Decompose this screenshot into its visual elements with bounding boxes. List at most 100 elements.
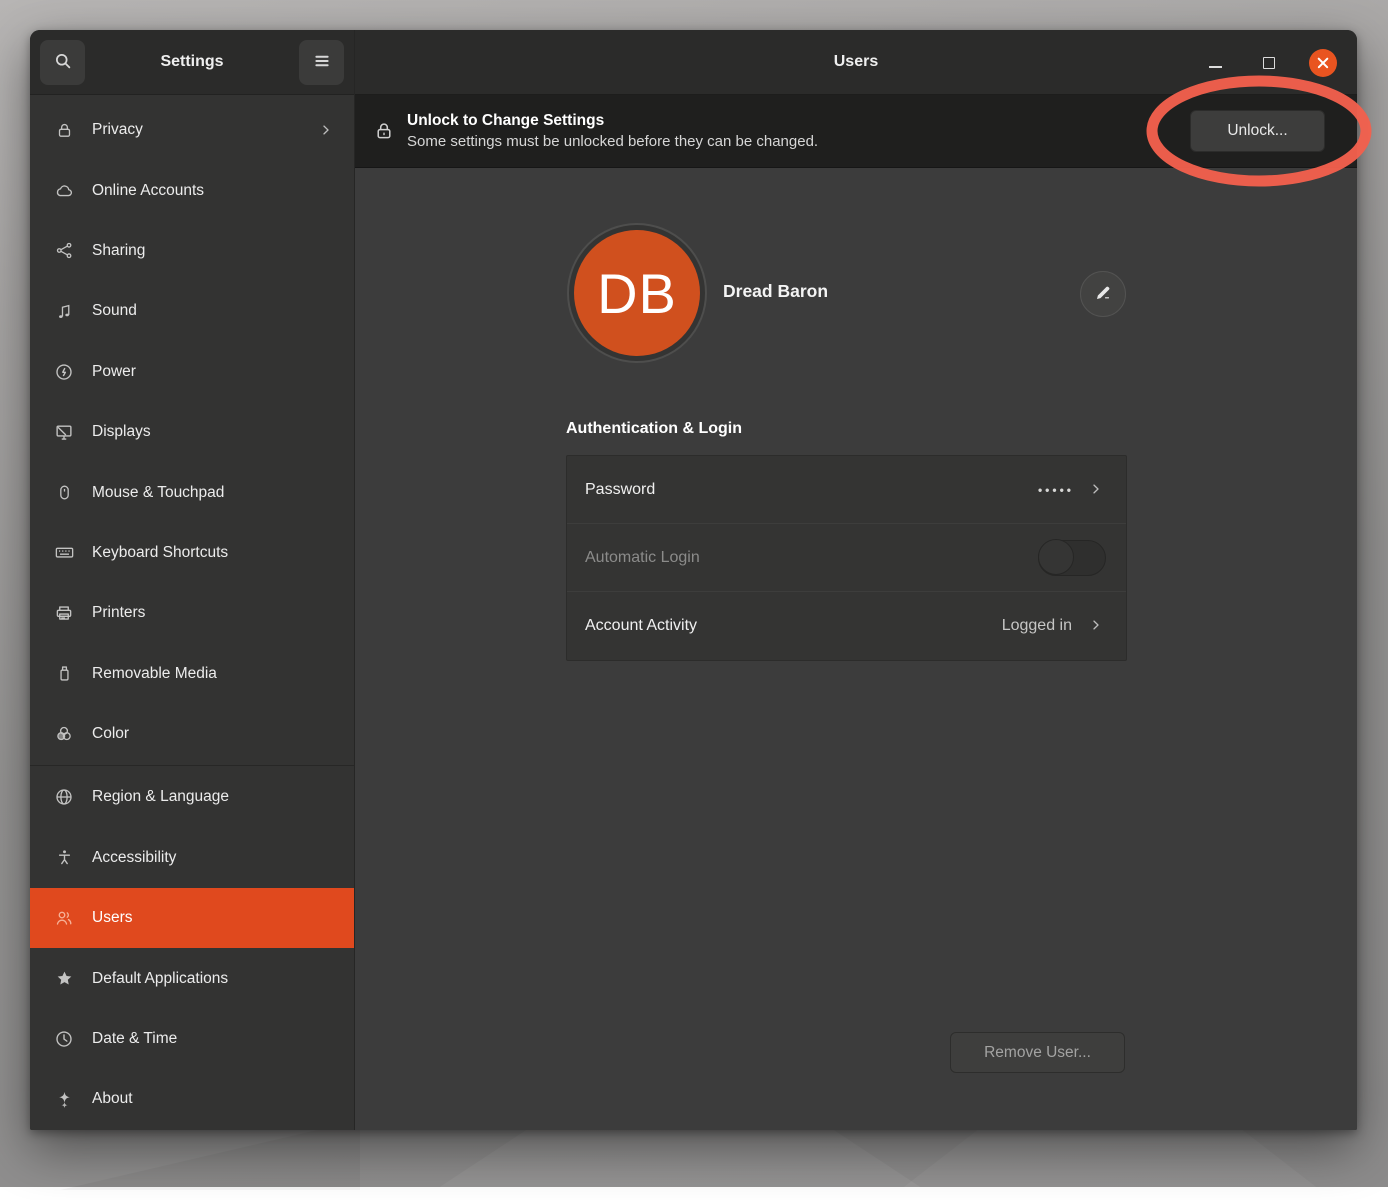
hamburger-icon <box>312 51 332 74</box>
menu-button[interactable] <box>299 40 344 85</box>
share-icon <box>52 239 76 263</box>
color-icon <box>52 722 76 746</box>
sidebar-item-sound[interactable]: Sound <box>30 281 354 341</box>
users-icon <box>52 906 76 930</box>
sidebar-item-label: Removable Media <box>92 665 334 683</box>
power-icon <box>52 360 76 384</box>
sidebar-item-users[interactable]: Users <box>30 888 354 948</box>
keyboard-icon <box>52 541 76 565</box>
user-avatar[interactable]: DB <box>567 223 707 363</box>
toggle-knob <box>1038 539 1074 575</box>
user-full-name: Dread Baron <box>723 281 828 302</box>
unlock-banner-subtitle: Some settings must be unlocked before th… <box>407 133 1178 150</box>
sidebar-item-keyboard-shortcuts[interactable]: Keyboard Shortcuts <box>30 523 354 583</box>
printer-icon <box>52 601 76 625</box>
unlock-banner-title: Unlock to Change Settings <box>407 112 1178 130</box>
close-button[interactable] <box>1309 49 1337 77</box>
sidebar-item-label: Mouse & Touchpad <box>92 484 334 502</box>
sidebar-title: Settings <box>160 53 223 71</box>
sidebar-item-mouse-touchpad[interactable]: Mouse & Touchpad <box>30 462 354 522</box>
sidebar-item-sharing[interactable]: Sharing <box>30 221 354 281</box>
globe-icon <box>52 785 76 809</box>
row-label: Automatic Login <box>585 549 1038 567</box>
sidebar-item-privacy[interactable]: Privacy <box>30 100 354 160</box>
sidebar-item-label: Default Applications <box>92 970 334 988</box>
desktop-background: Settings Privacy Online Accounts Sharing So… <box>0 0 1388 1187</box>
window-controls <box>1201 30 1337 95</box>
minimize-icon <box>1209 66 1222 68</box>
remove-user-button[interactable]: Remove User... <box>950 1032 1125 1073</box>
settings-window: Settings Privacy Online Accounts Sharing So… <box>30 30 1357 1130</box>
minimize-button[interactable] <box>1201 49 1229 77</box>
users-content: DB Dread Baron Authentication & Login Pa… <box>355 168 1357 1130</box>
sidebar-item-removable-media[interactable]: Removable Media <box>30 644 354 704</box>
chevron-right-icon <box>318 122 334 138</box>
sidebar-item-label: Sharing <box>92 242 334 260</box>
sidebar-item-region-language[interactable]: Region & Language <box>30 767 354 827</box>
sparkle-icon <box>52 1087 76 1111</box>
avatar-initials: DB <box>574 230 700 356</box>
main-header: Users <box>355 30 1357 95</box>
main-panel: Users Unlock to Change Settings <box>355 30 1357 1130</box>
sidebar-item-color[interactable]: Color <box>30 704 354 764</box>
sidebar-item-label: Keyboard Shortcuts <box>92 544 334 562</box>
sidebar-header: Settings <box>30 30 354 95</box>
sidebar-item-about[interactable]: About <box>30 1069 354 1129</box>
chevron-right-icon <box>1088 481 1106 499</box>
unlock-button[interactable]: Unlock... <box>1190 110 1325 152</box>
sidebar-item-label: Sound <box>92 302 334 320</box>
sidebar-divider <box>30 765 354 766</box>
auth-row-account-activity[interactable]: Account ActivityLogged in <box>567 592 1126 660</box>
maximize-button[interactable] <box>1255 49 1283 77</box>
lock-icon <box>373 120 395 142</box>
removable-media-icon <box>52 662 76 686</box>
maximize-icon <box>1263 57 1275 69</box>
auth-settings-list: Password••••• Automatic Login Account Acti… <box>566 455 1127 661</box>
mouse-icon <box>52 481 76 505</box>
sidebar-item-label: About <box>92 1090 334 1108</box>
row-label: Password <box>585 481 1038 499</box>
sidebar-item-label: Printers <box>92 604 334 622</box>
sidebar-item-date-time[interactable]: Date & Time <box>30 1009 354 1069</box>
sidebar-item-label: Color <box>92 725 334 743</box>
sidebar-item-label: Users <box>92 909 334 927</box>
unlock-banner-text: Unlock to Change Settings Some settings … <box>407 112 1178 150</box>
page-title: Users <box>834 53 878 71</box>
row-value: Logged in <box>1002 617 1072 635</box>
sidebar-item-printers[interactable]: Printers <box>30 583 354 643</box>
unlock-banner: Unlock to Change Settings Some settings … <box>355 95 1357 168</box>
row-label: Account Activity <box>585 617 1002 635</box>
sidebar-item-label: Privacy <box>92 121 318 139</box>
accessibility-icon <box>52 846 76 870</box>
lock-icon <box>52 118 76 142</box>
sidebar-item-displays[interactable]: Displays <box>30 402 354 462</box>
search-icon <box>53 51 73 74</box>
pencil-icon <box>1093 283 1113 306</box>
auth-row-password[interactable]: Password••••• <box>567 456 1126 524</box>
desktop-decoration <box>60 1120 360 1190</box>
sidebar-item-default-applications[interactable]: Default Applications <box>30 948 354 1008</box>
sidebar-item-power[interactable]: Power <box>30 342 354 402</box>
automatic-login-toggle[interactable] <box>1038 540 1106 576</box>
chevron-right-icon <box>1088 617 1106 635</box>
sidebar-item-label: Power <box>92 363 334 381</box>
sidebar-item-accessibility[interactable]: Accessibility <box>30 828 354 888</box>
sidebar-item-label: Accessibility <box>92 849 334 867</box>
search-button[interactable] <box>40 40 85 85</box>
password-dots: ••••• <box>1038 483 1074 497</box>
auth-row-automatic-login: Automatic Login <box>567 524 1126 592</box>
sidebar-item-online-accounts[interactable]: Online Accounts <box>30 160 354 220</box>
clock-icon <box>52 1027 76 1051</box>
music-note-icon <box>52 299 76 323</box>
display-icon <box>52 420 76 444</box>
star-icon <box>52 967 76 991</box>
sidebar: Settings Privacy Online Accounts Sharing So… <box>30 30 355 1130</box>
sidebar-item-label: Displays <box>92 423 334 441</box>
sidebar-nav: Privacy Online Accounts Sharing Sound Power D… <box>30 95 354 1130</box>
sidebar-item-label: Date & Time <box>92 1030 334 1048</box>
edit-name-button[interactable] <box>1080 271 1126 317</box>
auth-section-heading: Authentication & Login <box>566 420 742 438</box>
sidebar-item-label: Region & Language <box>92 788 334 806</box>
cloud-icon <box>52 179 76 203</box>
sidebar-item-label: Online Accounts <box>92 182 334 200</box>
